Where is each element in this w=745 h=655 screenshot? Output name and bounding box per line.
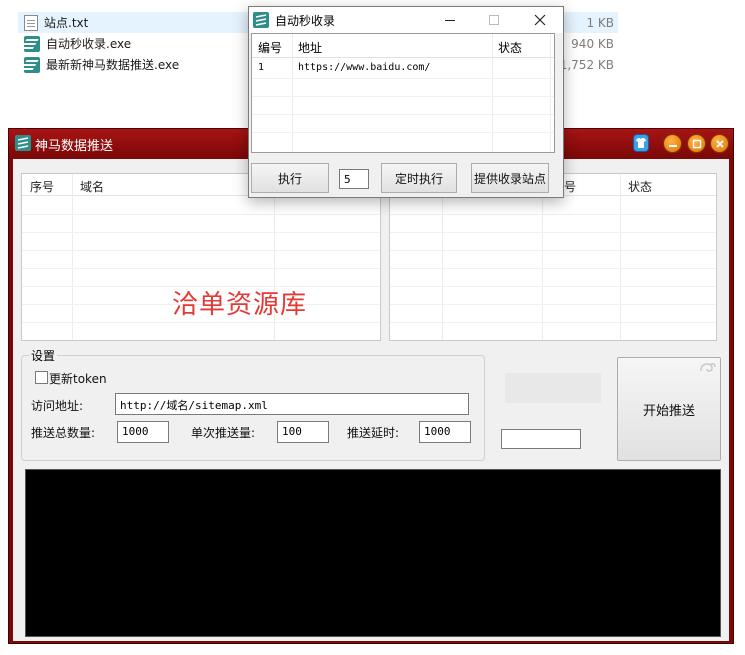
table-row[interactable]: 1 https://www.baidu.com/ bbox=[252, 59, 552, 77]
status-grid[interactable]: 号 状态 bbox=[389, 173, 717, 341]
domain-grid[interactable]: 序号 域名 洽单资源库 bbox=[21, 173, 381, 341]
col-header-index: 序号 bbox=[30, 180, 55, 194]
row-url: https://www.baidu.com/ bbox=[298, 62, 431, 73]
delay-label: 推送延时: bbox=[347, 426, 400, 440]
popup-title-bar[interactable]: 自动秒收录 bbox=[249, 7, 563, 33]
update-token-checkbox[interactable] bbox=[35, 371, 48, 384]
extra-input[interactable] bbox=[501, 429, 581, 449]
col-header-domain: 域名 bbox=[80, 180, 105, 194]
window-title: 神马数据推送 bbox=[35, 139, 114, 154]
app-icon bbox=[253, 12, 269, 31]
start-push-label: 开始推送 bbox=[642, 403, 695, 419]
execute-button[interactable]: 执行 bbox=[251, 163, 329, 193]
minimize-icon[interactable] bbox=[435, 9, 465, 31]
start-push-button[interactable]: 开始推送 bbox=[617, 357, 721, 461]
text-file-icon bbox=[24, 14, 38, 31]
list-header: 编号 地址 状态 bbox=[252, 34, 554, 58]
col-header-id: 编号 bbox=[258, 41, 283, 55]
update-token-label: 更新token bbox=[49, 372, 107, 386]
col-header-url: 地址 bbox=[298, 41, 323, 55]
close-icon[interactable] bbox=[525, 9, 555, 31]
file-size: 1 KB bbox=[586, 15, 614, 30]
popup-title: 自动秒收录 bbox=[275, 14, 336, 28]
skin-icon[interactable] bbox=[633, 134, 649, 152]
auto-index-window: 自动秒收录 编号 地址 状态 1 https://www.baidu.com/ … bbox=[248, 6, 564, 198]
app-icon bbox=[24, 56, 40, 73]
total-count-input[interactable]: 1000 bbox=[117, 421, 169, 443]
site-list[interactable]: 编号 地址 状态 1 https://www.baidu.com/ bbox=[251, 33, 555, 153]
provide-sites-button[interactable]: 提供收录站点 bbox=[471, 163, 549, 193]
watermark-text: 洽单资源库 bbox=[172, 290, 308, 320]
main-window: 神马数据推送 序号 域名 洽单资源库 号 状态 设置 更新token 访问地址:… bbox=[8, 128, 734, 644]
log-console[interactable] bbox=[25, 469, 721, 637]
close-icon[interactable] bbox=[710, 134, 729, 153]
timed-execute-button[interactable]: 定时执行 bbox=[381, 163, 457, 193]
row-id: 1 bbox=[258, 62, 265, 73]
app-icon bbox=[24, 35, 40, 52]
swirl-icon bbox=[699, 361, 717, 375]
file-size: 940 KB bbox=[571, 36, 614, 51]
minimize-icon[interactable] bbox=[663, 134, 682, 153]
col-header-number: 号 bbox=[564, 180, 577, 194]
file-name: 站点.txt bbox=[44, 16, 89, 30]
settings-legend: 设置 bbox=[29, 347, 58, 364]
total-count-label: 推送总数量: bbox=[31, 426, 96, 440]
url-input[interactable]: http://域名/sitemap.xml bbox=[115, 393, 469, 415]
interval-input[interactable]: 5 bbox=[339, 169, 369, 189]
col-header-status: 状态 bbox=[628, 180, 653, 194]
delay-input[interactable]: 1000 bbox=[419, 421, 471, 443]
maximize-icon[interactable] bbox=[687, 134, 706, 153]
col-header-status: 状态 bbox=[498, 41, 523, 55]
app-icon bbox=[15, 135, 31, 154]
file-name: 自动秒收录.exe bbox=[46, 37, 132, 51]
file-size: 1,752 KB bbox=[559, 57, 614, 72]
per-count-label: 单次推送量: bbox=[191, 426, 256, 440]
main-body: 序号 域名 洽单资源库 号 状态 设置 更新token 访问地址: http:/… bbox=[13, 159, 729, 641]
file-name: 最新新神马数据推送.exe bbox=[46, 58, 180, 72]
url-label: 访问地址: bbox=[31, 399, 84, 413]
maximize-icon bbox=[479, 9, 509, 31]
hidden-panel bbox=[505, 373, 601, 403]
per-count-input[interactable]: 100 bbox=[277, 421, 329, 443]
